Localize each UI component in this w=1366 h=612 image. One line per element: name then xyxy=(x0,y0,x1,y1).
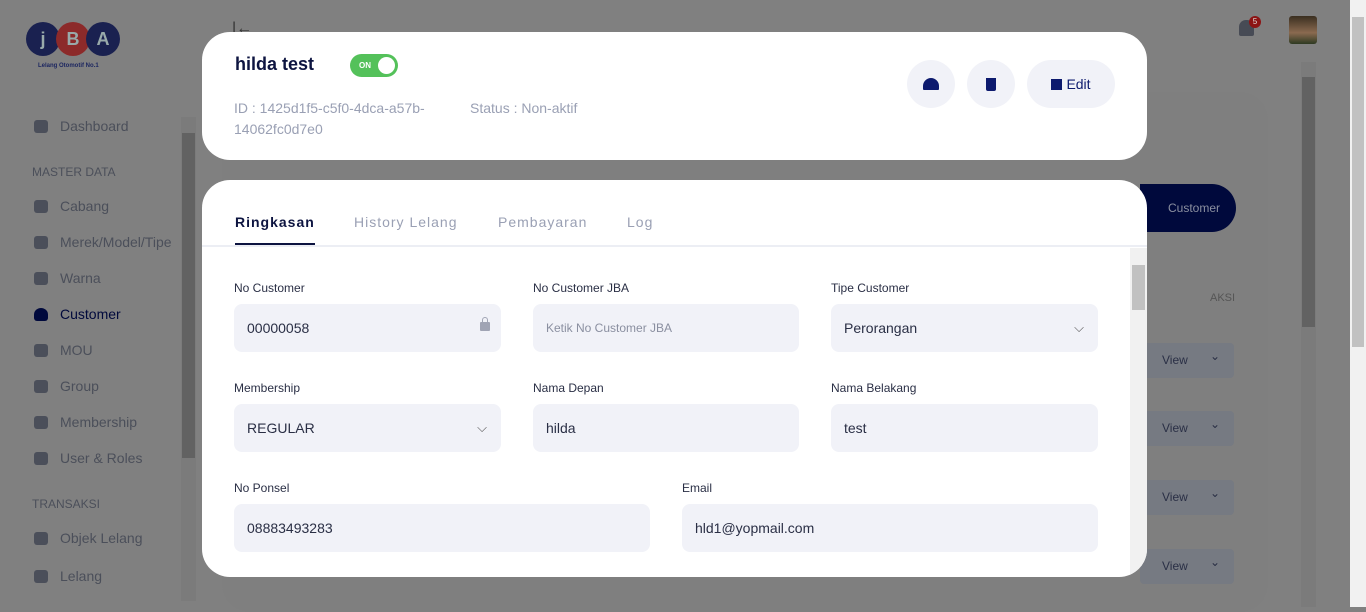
section-master-data: MASTER DATA xyxy=(32,165,116,179)
sidebar-item-user-roles[interactable]: User & Roles xyxy=(34,450,142,466)
users-icon xyxy=(34,379,48,393)
gavel-icon xyxy=(34,569,48,583)
notification-badge: 5 xyxy=(1249,16,1261,28)
membership-select[interactable]: REGULAR ⌵ xyxy=(234,404,501,452)
car-icon xyxy=(34,235,48,249)
tab-history-lelang[interactable]: History Lelang xyxy=(354,214,458,230)
sidebar-item-customer[interactable]: Customer xyxy=(34,306,121,322)
user-icon xyxy=(34,307,48,321)
sidebar-item-label: Warna xyxy=(60,270,101,286)
nama-depan-label: Nama Depan xyxy=(533,381,604,395)
view-button[interactable]: View xyxy=(1140,476,1234,515)
sidebar-item-membership[interactable]: Membership xyxy=(34,414,137,430)
auction-button[interactable] xyxy=(907,60,955,108)
sidebar-item-label: Membership xyxy=(60,414,138,430)
no-customer-jba-input[interactable]: Ketik No Customer JBA xyxy=(533,304,799,352)
sidebar-item-group[interactable]: Group xyxy=(34,378,99,394)
modal-scrollbar[interactable] xyxy=(1130,248,1147,577)
sidebar-item-warna[interactable]: Warna xyxy=(34,270,101,286)
logo-letter-a: A xyxy=(86,22,120,56)
no-customer-value: 00000058 xyxy=(247,320,310,336)
nama-belakang-input[interactable]: test xyxy=(831,404,1098,452)
sidebar-item-objek-lelang[interactable]: Objek Lelang xyxy=(34,530,143,546)
aksi-column-header: AKSI xyxy=(1210,292,1236,304)
add-customer-button[interactable]: Customer xyxy=(1140,184,1236,232)
membership-label: Membership xyxy=(234,381,301,395)
edit-icon xyxy=(1051,78,1063,90)
customer-id: ID : 1425d1f5-c5f0-4dca-a57b-14062fc0d7e… xyxy=(234,100,425,137)
sidebar-item-label: Group xyxy=(60,378,99,394)
sidebar-item-label: Customer xyxy=(60,306,121,322)
sidebar-item-label: User & Roles xyxy=(60,450,143,466)
tab-bar: Ringkasan History Lelang Pembayaran Log xyxy=(202,180,1147,247)
tab-ringkasan[interactable]: Ringkasan xyxy=(235,214,315,245)
sidebar-item-label: Lelang xyxy=(60,568,103,584)
page-scrollbar[interactable] xyxy=(1301,62,1316,607)
dashboard-icon xyxy=(34,119,48,133)
membership-value: REGULAR xyxy=(247,420,315,436)
customer-header-card: hilda test ON ID : 1425d1f5-c5f0-4dca-a5… xyxy=(202,32,1147,160)
tab-pembayaran[interactable]: Pembayaran xyxy=(498,214,587,230)
view-button[interactable]: View xyxy=(1140,407,1234,446)
tipe-customer-value: Perorangan xyxy=(844,320,918,336)
sidebar-item-label: Objek Lelang xyxy=(60,530,143,546)
car-icon xyxy=(34,531,48,545)
edit-button[interactable]: Edit xyxy=(1027,60,1115,108)
briefcase-icon xyxy=(34,343,48,357)
email-input[interactable]: hld1@yopmail.com xyxy=(682,504,1098,552)
active-toggle[interactable]: ON xyxy=(350,54,398,77)
customer-name: hilda test xyxy=(235,54,315,74)
chevron-down-icon: ⌵ xyxy=(1074,320,1084,335)
avatar[interactable] xyxy=(1289,16,1317,44)
auction-icon xyxy=(923,78,939,90)
edit-label: Edit xyxy=(1066,76,1091,92)
email-label: Email xyxy=(682,481,713,495)
sidebar-item-label: Merek/Model/Tipe xyxy=(60,234,172,250)
logo-letter-j: j xyxy=(26,22,60,56)
lock-icon xyxy=(480,317,490,331)
sidebar-scrollbar[interactable] xyxy=(181,117,196,601)
logo-letter-b: B xyxy=(56,22,90,56)
customer-status: Status : Non-aktif xyxy=(470,100,578,116)
chevron-down-icon: ⌵ xyxy=(477,420,487,435)
jba-logo[interactable]: j B A Lelang Otomotif No.1 xyxy=(26,22,126,74)
sidebar-item-cabang[interactable]: Cabang xyxy=(34,198,109,214)
sidebar-item-label: MOU xyxy=(60,342,93,358)
sidebar-item-label: Dashboard xyxy=(60,118,129,134)
delete-button[interactable] xyxy=(967,60,1015,108)
palette-icon xyxy=(34,271,48,285)
customer-detail-card: Ringkasan History Lelang Pembayaran Log … xyxy=(202,180,1147,577)
logo-tagline: Lelang Otomotif No.1 xyxy=(38,63,99,69)
user-cog-icon xyxy=(34,451,48,465)
section-transaksi: TRANSAKSI xyxy=(32,497,101,511)
no-customer-field: 00000058 xyxy=(234,304,501,352)
sidebar-item-lelang[interactable]: Lelang xyxy=(34,568,102,584)
tipe-customer-label: Tipe Customer xyxy=(831,281,910,295)
tipe-customer-select[interactable]: Perorangan ⌵ xyxy=(831,304,1098,352)
car-icon xyxy=(34,415,48,429)
sidebar-item-dashboard[interactable]: Dashboard xyxy=(34,118,129,134)
tab-log[interactable]: Log xyxy=(627,214,653,230)
map-pin-icon xyxy=(34,199,48,213)
nama-depan-input[interactable]: hilda xyxy=(533,404,799,452)
sidebar-item-mou[interactable]: MOU xyxy=(34,342,93,358)
view-button[interactable]: View xyxy=(1140,545,1234,584)
trash-icon xyxy=(986,77,996,91)
no-customer-label: No Customer xyxy=(234,281,305,295)
sidebar-item-merek[interactable]: Merek/Model/Tipe xyxy=(34,234,172,250)
browser-scrollbar[interactable] xyxy=(1350,0,1366,607)
no-ponsel-input[interactable]: 08883493283 xyxy=(234,504,650,552)
sidebar-item-label: Cabang xyxy=(60,198,110,214)
view-button[interactable]: View xyxy=(1140,339,1234,378)
nama-belakang-label: Nama Belakang xyxy=(831,381,917,395)
no-customer-jba-label: No Customer JBA xyxy=(533,281,630,295)
no-ponsel-label: No Ponsel xyxy=(234,481,290,495)
